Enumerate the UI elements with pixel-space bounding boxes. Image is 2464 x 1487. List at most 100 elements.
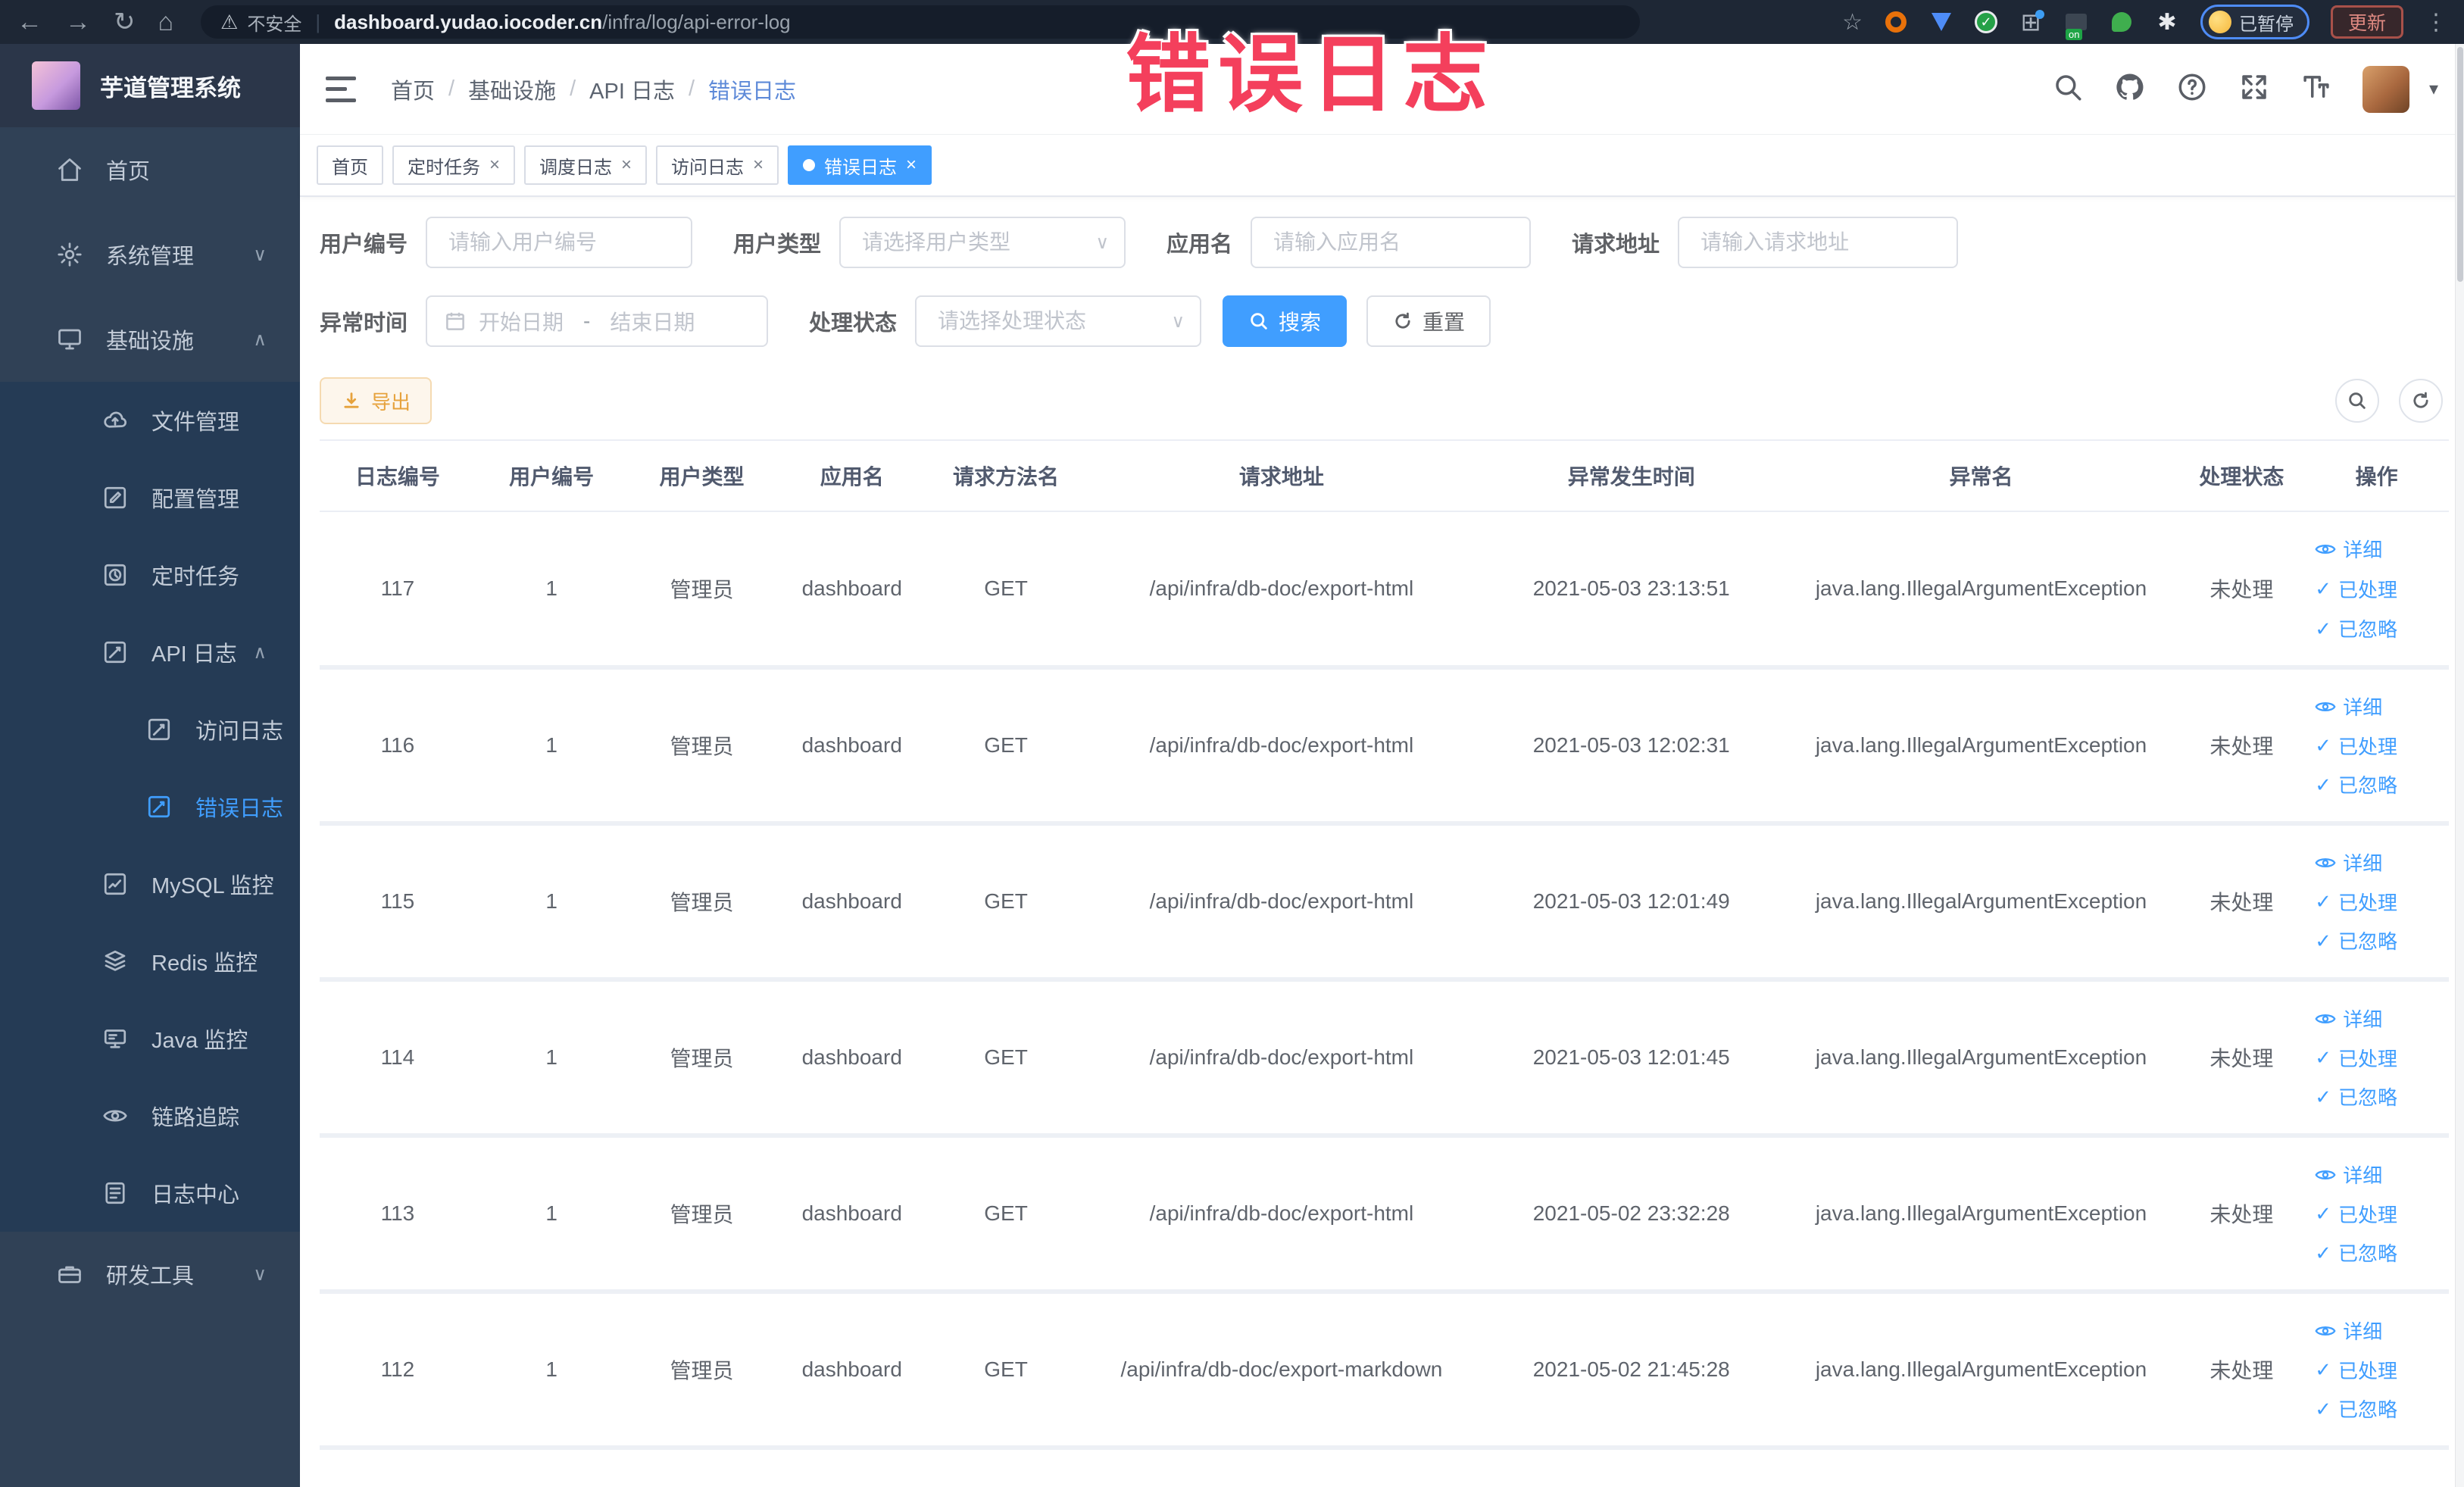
refresh-button[interactable] [2399, 379, 2443, 423]
reload-icon[interactable]: ↻ [114, 9, 136, 35]
user-type-select[interactable]: ∨ [839, 217, 1126, 268]
detail-link[interactable]: 详细 [2315, 1317, 2382, 1345]
font-size-icon[interactable] [2300, 71, 2332, 107]
scrollbar[interactable] [2455, 44, 2464, 1487]
mark-ignored-link[interactable]: ✓ 已忽略 [2315, 614, 2397, 642]
hamburger-icon[interactable] [326, 76, 356, 102]
browser-chrome: ← → ↻ ⌂ ⚠ 不安全 | dashboard.yudao.iocoder.… [0, 0, 2464, 44]
extension-blue-icon[interactable] [1929, 10, 1953, 34]
extension-on-icon[interactable]: on [2064, 10, 2088, 40]
breadcrumb-infra[interactable]: 基础设施 [468, 73, 556, 105]
tab-home[interactable]: 首页 [317, 145, 383, 185]
sidebar-item-devtools[interactable]: 研发工具 ∨ [0, 1232, 300, 1317]
error-log-icon [145, 793, 173, 820]
mark-ignored-link[interactable]: ✓ 已忽略 [2315, 926, 2397, 954]
tab-error-log[interactable]: 错误日志 × [788, 145, 932, 185]
log-center-icon [101, 1179, 129, 1207]
search-icon[interactable] [2052, 71, 2084, 107]
request-url-input[interactable] [1678, 217, 1959, 268]
address-bar[interactable]: ⚠ 不安全 | dashboard.yudao.iocoder.cn/infra… [201, 5, 1641, 39]
search-icon [2349, 392, 2366, 409]
cloud-upload-icon [101, 407, 129, 434]
eye-icon [2315, 1014, 2336, 1023]
extension-orange-icon[interactable] [1884, 10, 1908, 34]
update-button[interactable]: 更新 [2330, 5, 2403, 39]
table-row: 113 1 管理员 dashboard GET/api/infra/db-doc/exp… [320, 1136, 2449, 1294]
status-select[interactable]: ∨ [915, 295, 1202, 347]
browser-menu-icon[interactable]: ⋮ [2425, 9, 2447, 36]
extension-green-icon[interactable]: ✓ [1974, 11, 1997, 33]
mark-ignored-link[interactable]: ✓ 已忽略 [2315, 1239, 2397, 1267]
col-url: 请求地址 [1083, 440, 1479, 512]
close-icon[interactable]: × [753, 155, 764, 176]
user-id-input[interactable] [426, 217, 693, 268]
back-icon[interactable]: ← [17, 9, 42, 35]
java-monitor-icon [101, 1025, 129, 1052]
sidebar-item-config[interactable]: 配置管理 [0, 459, 300, 536]
eye-icon [2315, 544, 2336, 554]
help-icon[interactable] [2176, 71, 2208, 107]
close-icon[interactable]: × [906, 155, 917, 176]
app-name-input[interactable] [1251, 217, 1532, 268]
hide-search-button[interactable] [2335, 379, 2379, 423]
mark-ignored-link[interactable]: ✓ 已忽略 [2315, 1082, 2397, 1111]
mark-processed-link[interactable]: ✓ 已处理 [2315, 1200, 2397, 1228]
github-icon[interactable] [2114, 71, 2146, 107]
reset-button[interactable]: 重置 [1366, 295, 1491, 347]
extensions-puzzle-icon[interactable]: ✱ [2155, 10, 2179, 35]
sidebar-item-mysql[interactable]: MySQL 监控 [0, 845, 300, 923]
sidebar-item-error-log[interactable]: 错误日志 [0, 768, 300, 845]
detail-link[interactable]: 详细 [2315, 848, 2382, 876]
cell-log-id: 116 [320, 667, 476, 826]
search-button[interactable]: 搜索 [1223, 295, 1348, 347]
export-button[interactable]: 导出 [320, 377, 433, 424]
mark-processed-link[interactable]: ✓ 已处理 [2315, 888, 2397, 916]
mark-processed-link[interactable]: ✓ 已处理 [2315, 732, 2397, 760]
breadcrumb-api-log[interactable]: API 日志 [589, 73, 675, 105]
sidebar-item-redis[interactable]: Redis 监控 [0, 923, 300, 1000]
fullscreen-icon[interactable] [2238, 71, 2270, 107]
sidebar-item-system[interactable]: 系统管理 ∨ [0, 212, 300, 297]
timer-icon [101, 561, 129, 589]
detail-link[interactable]: 详细 [2315, 1161, 2382, 1189]
bookmark-star-icon[interactable]: ☆ [1842, 9, 1863, 36]
extension-grid-icon[interactable]: ⊞ [2019, 8, 2044, 36]
detail-link[interactable]: 详细 [2315, 692, 2382, 720]
tab-job-log[interactable]: 调度日志 × [524, 145, 648, 185]
mark-ignored-link[interactable]: ✓ 已忽略 [2315, 1395, 2397, 1423]
cell-app-name: dashboard [776, 667, 929, 826]
mark-processed-link[interactable]: ✓ 已处理 [2315, 575, 2397, 603]
sidebar-item-java[interactable]: Java 监控 [0, 1000, 300, 1077]
home-icon[interactable]: ⌂ [158, 9, 174, 35]
extension-leaf-icon[interactable] [2110, 10, 2134, 34]
cell-user-type: 管理员 [627, 1136, 776, 1294]
detail-link[interactable]: 详细 [2315, 535, 2382, 563]
tab-access-log[interactable]: 访问日志 × [656, 145, 779, 185]
close-icon[interactable]: × [621, 155, 632, 176]
forward-icon[interactable]: → [65, 9, 91, 35]
col-user-id: 用户编号 [475, 440, 628, 512]
tab-job[interactable]: 定时任务 × [392, 145, 516, 185]
breadcrumb-home[interactable]: 首页 [391, 73, 435, 105]
sidebar-item-api-log[interactable]: API 日志 ∧ [0, 614, 300, 691]
scrollbar-thumb[interactable] [2457, 47, 2463, 282]
sidebar-item-job[interactable]: 定时任务 [0, 536, 300, 614]
mark-ignored-link[interactable]: ✓ 已忽略 [2315, 770, 2397, 798]
paused-profile-chip[interactable]: 已暂停 [2200, 5, 2309, 39]
sidebar-item-trace[interactable]: 链路追踪 [0, 1077, 300, 1154]
sidebar-item-home[interactable]: 首页 [0, 127, 300, 212]
close-icon[interactable]: × [489, 155, 500, 176]
sidebar-item-access-log[interactable]: 访问日志 [0, 691, 300, 768]
sidebar-item-log-center[interactable]: 日志中心 [0, 1154, 300, 1232]
date-range-picker[interactable]: 开始日期 - 结束日期 [426, 295, 769, 347]
sidebar-item-file[interactable]: 文件管理 [0, 382, 300, 459]
app-logo-row[interactable]: 芋道管理系统 [0, 44, 300, 127]
avatar[interactable] [2362, 65, 2409, 113]
mark-processed-link[interactable]: ✓ 已处理 [2315, 1356, 2397, 1384]
cell-status: 未处理 [2178, 511, 2305, 670]
detail-link[interactable]: 详细 [2315, 1004, 2382, 1032]
cell-actions: 详细 ✓ 已处理 ✓ 已忽略 [2304, 823, 2449, 982]
caret-down-icon[interactable]: ▾ [2429, 78, 2438, 100]
sidebar-item-infra[interactable]: 基础设施 ∧ [0, 297, 300, 382]
mark-processed-link[interactable]: ✓ 已处理 [2315, 1044, 2397, 1072]
